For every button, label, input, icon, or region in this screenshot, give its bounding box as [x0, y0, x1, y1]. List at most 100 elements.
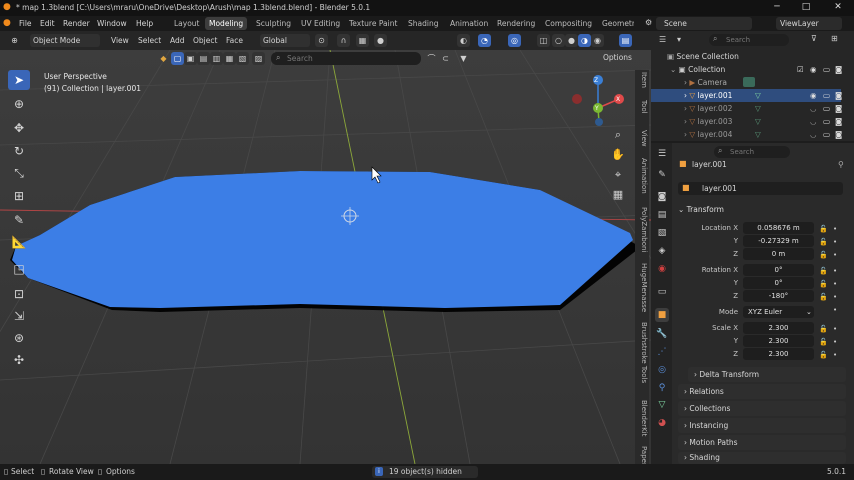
motion-paths-panel[interactable]: › Motion Paths: [678, 435, 846, 450]
tab-shading[interactable]: Shading: [404, 17, 442, 30]
select-all-icon[interactable]: ▨: [252, 52, 265, 65]
instancing-panel[interactable]: › Instancing: [678, 418, 846, 433]
location-z-field[interactable]: 0 m: [743, 248, 814, 260]
outliner-editor-icon[interactable]: ☰: [659, 35, 666, 44]
proportional-edit-icon[interactable]: ●: [374, 34, 387, 47]
tab-modeling[interactable]: Modeling: [205, 17, 248, 30]
tool-tab-icon[interactable]: ✎: [655, 168, 669, 182]
keyframe-dot-icon[interactable]: •: [833, 265, 837, 278]
cursor-tool-icon[interactable]: ⊕: [8, 94, 30, 114]
material-icon[interactable]: ◆: [157, 52, 170, 65]
tab-view[interactable]: View: [636, 130, 648, 147]
3d-viewport[interactable]: User Perspective (91) Collection | layer…: [0, 50, 651, 464]
lock-icon[interactable]: 🔓: [819, 236, 828, 249]
object-name-field[interactable]: ■ layer.001: [678, 182, 843, 195]
menu-add[interactable]: Add: [167, 34, 188, 47]
outliner-row-layer-001[interactable]: › ▽ layer.001 ▽ ◉ ▭ ◙: [651, 89, 842, 102]
output-tab-icon[interactable]: ▤: [655, 208, 669, 222]
mode-selector[interactable]: Object Mode: [30, 34, 100, 47]
outliner-row-scene-collection[interactable]: ▣ Scene Collection: [651, 50, 841, 63]
snap-icon[interactable]: ∩: [337, 34, 350, 47]
tab-rendering[interactable]: Rendering: [493, 17, 539, 30]
shading-rendered-icon[interactable]: ◉: [591, 34, 604, 47]
chevron-down-icon[interactable]: ⌄: [670, 65, 679, 74]
keyframe-dot-icon[interactable]: •: [833, 278, 837, 291]
outliner-row-collection[interactable]: ⌄ ▣ Collection ☑ ◉ ▭ ◙: [651, 63, 842, 76]
keyframe-dots-location[interactable]: • • •: [833, 223, 837, 262]
pan-hand-icon[interactable]: ✋: [610, 147, 626, 163]
eye-hidden-icon[interactable]: ◡: [810, 115, 817, 128]
outliner-row-camera[interactable]: › ▶ Camera: [651, 76, 841, 89]
shading-panel[interactable]: › Shading: [678, 452, 846, 464]
snap-target-icon[interactable]: ▦: [356, 34, 369, 47]
tab-hugemenasse[interactable]: HugeMenasse: [636, 263, 648, 312]
extrude-tool-icon[interactable]: ⊡: [8, 284, 30, 304]
relations-panel[interactable]: › Relations: [678, 384, 846, 399]
render-camera-icon[interactable]: ◙: [835, 102, 842, 115]
lock-icon[interactable]: 🔓: [819, 323, 828, 336]
keyframe-dot-icon[interactable]: •: [833, 349, 837, 362]
ortho-grid-icon[interactable]: ▦: [610, 187, 626, 203]
select-extend-icon[interactable]: ▣: [184, 52, 197, 65]
shading-material-icon[interactable]: ◑: [578, 34, 591, 47]
filter-icon[interactable]: ⊽: [811, 34, 817, 43]
rotation-mode-select[interactable]: XYZ Euler ⌄: [743, 306, 814, 318]
lock-icons-column[interactable]: 🔓 🔓 🔓: [819, 223, 828, 262]
tab-paper[interactable]: Paper: [636, 446, 648, 464]
options-button[interactable]: Options: [600, 51, 635, 64]
display-mode-icon[interactable]: ▾: [677, 35, 681, 44]
modifier-tab-icon[interactable]: 🔧: [655, 327, 669, 341]
screen-icon[interactable]: ▭: [823, 102, 830, 115]
tab-geometry-nodes[interactable]: Geometr: [598, 17, 634, 30]
outliner-search-input[interactable]: ⌕ Search: [709, 34, 789, 46]
collections-panel[interactable]: › Collections: [678, 401, 846, 416]
transform-panel-header[interactable]: ⌄ Transform: [678, 202, 846, 217]
viewport-search-input[interactable]: ⌕ Search: [271, 52, 421, 65]
tab-compositing[interactable]: Compositing: [541, 17, 596, 30]
menu-help[interactable]: Help: [134, 17, 155, 30]
maximize-button[interactable]: □: [797, 1, 815, 15]
select-subtract-icon[interactable]: ▤: [197, 52, 210, 65]
zoom-icon[interactable]: ⌕: [610, 127, 626, 143]
particles-tab-icon[interactable]: ⋰: [655, 345, 669, 359]
tab-tool[interactable]: Tool: [636, 100, 648, 114]
location-y-field[interactable]: -0.27329 m: [743, 235, 814, 247]
tab-texture-paint[interactable]: Texture Paint: [345, 17, 401, 30]
render-camera-icon[interactable]: ◙: [835, 128, 842, 141]
blender-menu-icon[interactable]: ●: [3, 18, 11, 28]
select-invert-icon[interactable]: ▥: [210, 52, 223, 65]
loopcut-tool-icon[interactable]: ✣: [8, 350, 30, 370]
view-layer-selector[interactable]: ViewLayer: [776, 17, 842, 30]
camera-view-icon[interactable]: ⌖: [610, 167, 626, 183]
properties-search-input[interactable]: ⌕ Search: [714, 146, 790, 158]
lock-icon[interactable]: 🔓: [819, 249, 828, 262]
pin-icon[interactable]: ⚲: [838, 160, 844, 169]
tab-item[interactable]: Item: [636, 72, 648, 88]
eye-icon[interactable]: ◉: [810, 63, 817, 76]
bevel-tool-icon[interactable]: ⊛: [8, 328, 30, 348]
render-camera-icon[interactable]: ◙: [835, 89, 842, 102]
tab-animation-n[interactable]: Animation: [636, 158, 648, 194]
menu-select[interactable]: Select: [135, 34, 164, 47]
minimize-button[interactable]: ─: [768, 1, 786, 15]
render-tab-icon[interactable]: ◙: [655, 190, 669, 204]
select-box-icon[interactable]: ▢: [171, 52, 184, 65]
eye-hidden-icon[interactable]: ◡: [810, 102, 817, 115]
new-collection-icon[interactable]: ⊞: [831, 34, 838, 43]
rotation-x-field[interactable]: 0°: [743, 264, 814, 276]
tab-polyzamboni[interactable]: PolyZamboni: [636, 207, 648, 252]
world-tab-icon[interactable]: ◉: [655, 262, 669, 276]
tab-brushstroke-tools[interactable]: Brushstroke Tools: [636, 322, 648, 383]
render-camera-icon[interactable]: ◙: [835, 115, 842, 128]
close-button[interactable]: ✕: [829, 1, 847, 15]
tab-sculpting[interactable]: Sculpting: [252, 17, 295, 30]
lock-icon[interactable]: 🔓: [819, 278, 828, 291]
keyframe-dot-icon[interactable]: •: [833, 323, 837, 336]
tab-uv-editing[interactable]: UV Editing: [297, 17, 344, 30]
location-x-field[interactable]: 0.058676 m: [743, 222, 814, 234]
scale-x-field[interactable]: 2.300: [743, 322, 814, 334]
inset-tool-icon[interactable]: ⇲: [8, 306, 30, 326]
view-layer-tab-icon[interactable]: ▧: [655, 226, 669, 240]
overlay-icon[interactable]: ◎: [508, 34, 521, 47]
delta-transform-panel[interactable]: › Delta Transform: [688, 367, 846, 382]
